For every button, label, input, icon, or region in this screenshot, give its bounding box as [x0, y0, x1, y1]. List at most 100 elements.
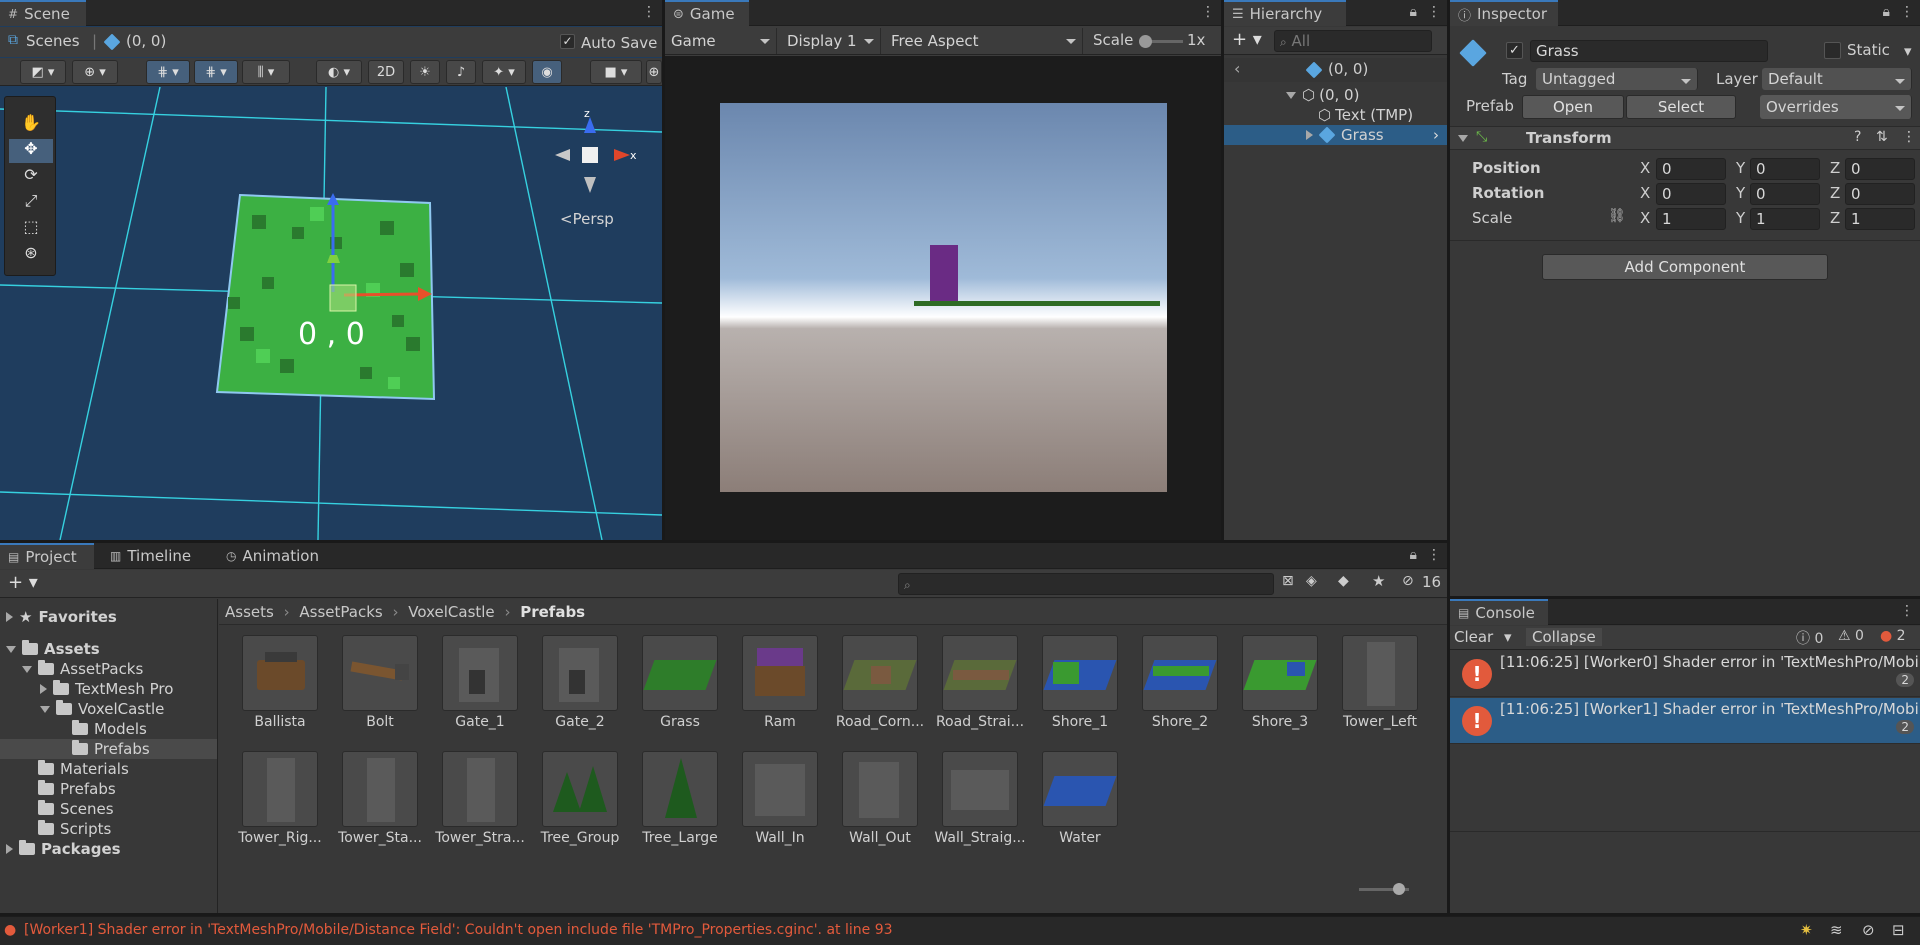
tree-item-textmeshpro[interactable]: TextMesh Pro — [0, 679, 217, 699]
tree-item-materials[interactable]: Materials — [0, 759, 217, 779]
preset-icon[interactable]: ⇅ — [1876, 129, 1888, 145]
hierarchy-item-grass[interactable]: Grass › — [1224, 125, 1447, 145]
network-icon[interactable]: ⊘ — [1862, 921, 1875, 939]
tree-item-voxelcastle[interactable]: VoxelCastle — [0, 699, 217, 719]
scenes-label[interactable]: Scenes — [26, 32, 80, 50]
breadcrumb-assets[interactable]: Assets — [225, 603, 274, 621]
breadcrumb-prefabs[interactable]: Prefabs — [520, 603, 585, 621]
expand-arrow-icon[interactable] — [22, 665, 32, 673]
breadcrumb-object[interactable]: (0, 0) — [126, 32, 166, 50]
position-x-field[interactable]: 0 — [1656, 158, 1726, 180]
tag-dropdown[interactable]: Untagged — [1536, 68, 1698, 90]
hierarchy-search-input[interactable]: ⌕ All — [1274, 30, 1432, 52]
asset-ram[interactable]: Ram — [730, 635, 830, 731]
help-icon[interactable]: ? — [1854, 129, 1861, 145]
globe-dropdown[interactable]: ⊕ ▾ — [72, 60, 118, 84]
add-component-button[interactable]: Add Component — [1542, 254, 1828, 280]
overrides-dropdown[interactable]: Overrides — [1760, 95, 1912, 119]
expand-arrow-icon[interactable] — [6, 844, 13, 854]
position-y-field[interactable]: 0 — [1750, 158, 1820, 180]
more-menu-icon[interactable]: ⋮ — [1201, 4, 1215, 20]
clear-button[interactable]: Clear — [1454, 628, 1493, 646]
asset-wall-in[interactable]: Wall_In — [730, 751, 830, 847]
tree-item-assets[interactable]: Assets — [0, 639, 217, 659]
transform-header[interactable]: ⤡ Transform ? ⇅ ⋮ — [1450, 126, 1920, 150]
effects-dropdown[interactable]: ✦ ▾ — [482, 60, 526, 84]
position-z-field[interactable]: 0 — [1845, 158, 1915, 180]
asset-wall-out[interactable]: Wall_Out — [830, 751, 930, 847]
asset-tree-group[interactable]: Tree_Group — [530, 751, 630, 847]
lighting-toggle[interactable]: ☀ — [410, 60, 440, 84]
game-mode-dropdown[interactable]: Game — [665, 28, 777, 54]
camera-dropdown[interactable]: ■ ▾ — [590, 60, 642, 84]
expand-arrow-icon[interactable] — [40, 705, 50, 713]
tree-item-models[interactable]: Models — [0, 719, 217, 739]
object-name-field[interactable]: Grass — [1530, 40, 1768, 62]
rotation-y-field[interactable]: 0 — [1750, 183, 1820, 205]
filter-type-icon[interactable]: ◈ — [1306, 573, 1317, 589]
create-button[interactable]: + ▾ — [8, 572, 38, 593]
more-menu-icon[interactable]: ⋮ — [1427, 547, 1441, 563]
asset-gate-1[interactable]: Gate_1 — [430, 635, 530, 731]
tree-item-packages[interactable]: Packages — [0, 839, 217, 859]
rect-tool-icon[interactable]: ⬚ — [9, 217, 53, 241]
error-filter-button[interactable]: ● 2 — [1880, 628, 1906, 644]
game-view[interactable] — [720, 103, 1167, 492]
more-menu-icon[interactable]: ⋮ — [1902, 129, 1916, 145]
icon-size-slider-thumb[interactable] — [1393, 883, 1405, 895]
more-menu-icon[interactable]: ⋮ — [1427, 4, 1441, 20]
expand-arrow-icon[interactable] — [6, 645, 16, 653]
more-menu-icon[interactable]: ⋮ — [1900, 4, 1914, 20]
tab-animation[interactable]: ◷ Animation — [218, 543, 336, 569]
asset-tower-stairs[interactable]: Tower_Sta... — [330, 751, 430, 847]
collapse-arrow-icon[interactable] — [1458, 135, 1468, 142]
asset-tower-straight[interactable]: Tower_Stra... — [430, 751, 530, 847]
grid-snap-button[interactable]: ⋕ ▾ — [146, 60, 190, 84]
tab-console[interactable]: ▤ Console — [1450, 599, 1548, 625]
asset-tower-left[interactable]: Tower_Left — [1330, 635, 1430, 731]
static-checkbox[interactable] — [1824, 42, 1841, 59]
shading-dropdown[interactable]: ◐ ▾ — [316, 60, 362, 84]
scale-tool-icon[interactable]: ⤢ — [9, 191, 53, 215]
warning-filter-button[interactable]: ⚠ 0 — [1838, 628, 1864, 644]
asset-grass[interactable]: Grass — [630, 635, 730, 731]
asset-gate-2[interactable]: Gate_2 — [530, 635, 630, 731]
transform-tool-icon[interactable]: ⊛ — [9, 243, 53, 267]
label-filter-icon[interactable]: ◆ — [1338, 573, 1349, 589]
display-dropdown[interactable]: Display 1 — [781, 28, 881, 54]
prefab-open-button[interactable]: Open — [1522, 95, 1624, 119]
expand-arrow-icon[interactable] — [1286, 91, 1296, 99]
hierarchy-item-text[interactable]: ⬡ Text (TMP) — [1224, 105, 1447, 125]
console-entry-selected[interactable]: ! [11:06:25] [Worker1] Shader error in '… — [1450, 698, 1920, 744]
scene-viewport[interactable]: 0 , 0 z x <Persp — [0, 87, 662, 540]
active-checkbox[interactable]: ✓ — [1506, 42, 1523, 59]
constrain-proportions-icon[interactable]: ⛓ — [1608, 208, 1626, 224]
layer-dropdown[interactable]: Default — [1762, 68, 1912, 90]
tree-item-scenes[interactable]: Scenes — [0, 799, 217, 819]
audio-toggle[interactable]: ♪ — [446, 60, 476, 84]
lock-icon[interactable]: 🔒︎ — [1410, 547, 1417, 563]
asset-bolt[interactable]: Bolt — [330, 635, 430, 731]
icon-size-slider[interactable] — [1359, 883, 1409, 895]
asset-shore-3[interactable]: Shore_3 — [1230, 635, 1330, 731]
tab-hierarchy[interactable]: ☰ Hierarchy — [1224, 0, 1346, 26]
debug-icon[interactable]: ✷ — [1800, 921, 1813, 939]
asset-road-corner[interactable]: Road_Corn... — [830, 635, 930, 731]
asset-shore-1[interactable]: Shore_1 — [1030, 635, 1130, 731]
layers-icon[interactable]: ≋ — [1830, 921, 1843, 939]
chevron-right-icon[interactable]: › — [1433, 126, 1439, 144]
asset-wall-straight[interactable]: Wall_Straig... — [930, 751, 1030, 847]
tree-item-prefabs[interactable]: Prefabs — [0, 779, 217, 799]
grid-visibility-button[interactable]: ⋕ ▾ — [194, 60, 238, 84]
tab-timeline[interactable]: ▥ Timeline — [102, 543, 208, 569]
tab-project[interactable]: ▤ Project — [0, 543, 94, 569]
asset-shore-2[interactable]: Shore_2 — [1130, 635, 1230, 731]
clear-options-dropdown-icon[interactable]: ▾ — [1504, 628, 1512, 646]
tab-game[interactable]: ⊜ Game — [665, 0, 749, 26]
expand-arrow-icon[interactable] — [40, 684, 47, 694]
collapse-button[interactable]: Collapse — [1526, 628, 1602, 646]
console-entry[interactable]: ! [11:06:25] [Worker0] Shader error in '… — [1450, 651, 1920, 697]
tab-scene[interactable]: # Scene — [0, 0, 86, 26]
lock-icon[interactable]: 🔒︎ — [1883, 4, 1890, 20]
auto-save-checkbox[interactable]: ✓ — [560, 34, 575, 49]
